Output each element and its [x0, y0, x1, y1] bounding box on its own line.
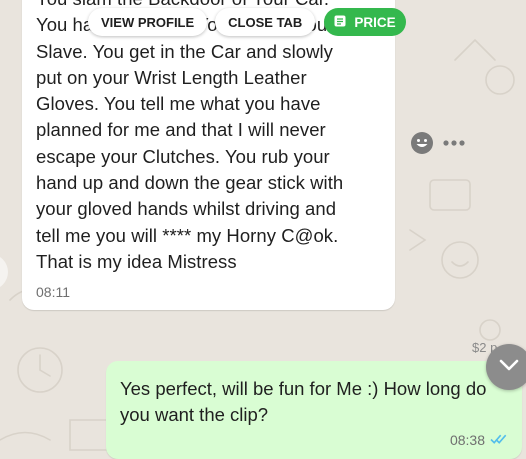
outgoing-message-text: Yes perfect, will be fun for Me :) How l… [120, 378, 487, 425]
close-tab-button[interactable]: CLOSE TAB [215, 8, 316, 36]
incoming-message-text: You slam the Backdoor of Your Car. You h… [36, 0, 344, 272]
chevron-down-icon [498, 358, 520, 377]
outgoing-message-time: 08:38 [449, 432, 485, 448]
view-profile-button[interactable]: VIEW PROFILE [88, 8, 208, 36]
price-label: PRICE [354, 14, 396, 30]
incoming-message-time: 08:11 [36, 284, 70, 300]
chat-action-toolbar: VIEW PROFILE CLOSE TAB [88, 8, 316, 36]
double-check-icon [490, 432, 508, 448]
price-button[interactable]: PRICE [324, 8, 406, 36]
emoji-icon[interactable] [410, 131, 434, 155]
tag-icon [334, 15, 348, 30]
scroll-down-button[interactable] [486, 344, 526, 390]
outgoing-message-bubble[interactable]: Yes perfect, will be fun for Me :) How l… [106, 361, 522, 459]
incoming-message-bubble[interactable]: You slam the Backdoor of Your Car. You h… [22, 0, 395, 310]
more-options-icon[interactable] [442, 135, 466, 151]
outgoing-message-meta: 08:38 [450, 432, 508, 448]
